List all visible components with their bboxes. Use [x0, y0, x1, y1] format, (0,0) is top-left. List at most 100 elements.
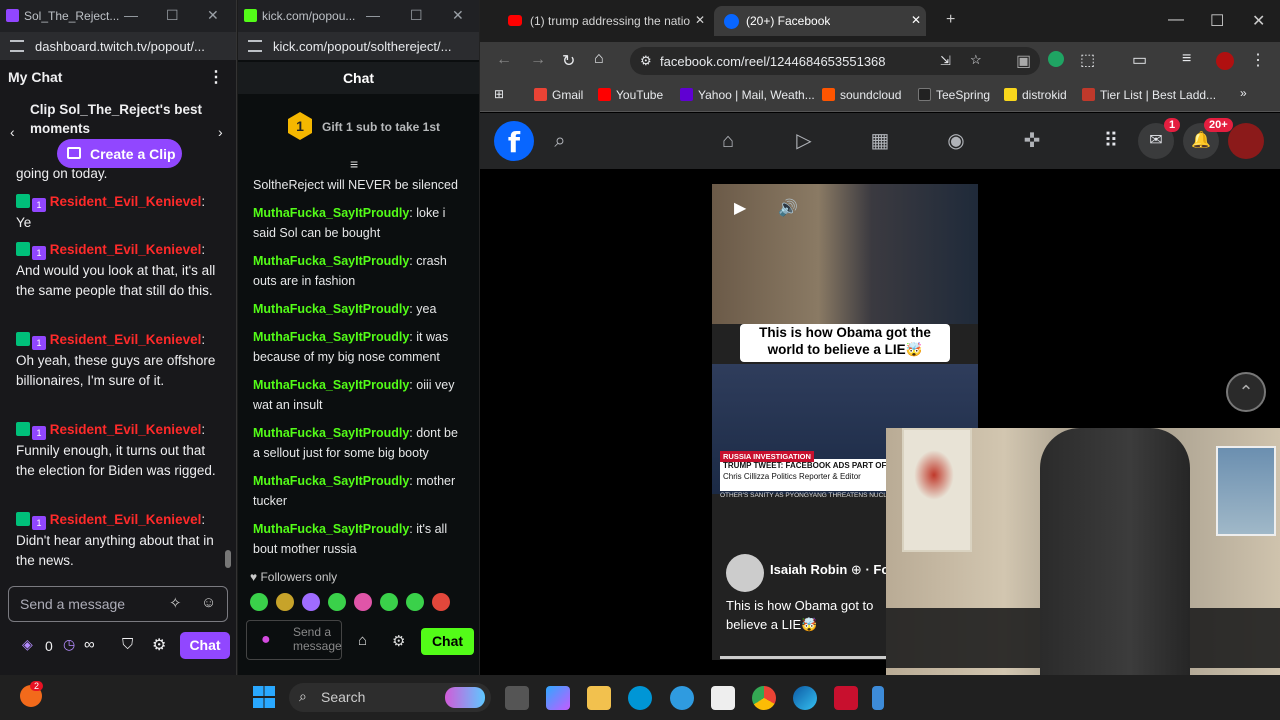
emote-icon[interactable]: [354, 593, 372, 611]
mcafee-icon[interactable]: [834, 686, 858, 710]
kick-chat-send-button[interactable]: Chat: [421, 628, 474, 655]
apps-grid-icon[interactable]: ⊞: [494, 87, 504, 101]
store-icon[interactable]: ⌂: [358, 632, 367, 649]
account-avatar[interactable]: [1228, 123, 1264, 159]
bookmark-item[interactable]: TeeSpring: [918, 88, 990, 102]
file-explorer-icon[interactable]: [587, 686, 611, 710]
site-info-icon[interactable]: ⚙: [640, 53, 652, 69]
new-tab-icon[interactable]: +: [946, 11, 955, 29]
bookmark-item[interactable]: Yahoo | Mail, Weath...: [680, 88, 815, 102]
more-options-icon[interactable]: ⋮: [208, 67, 224, 87]
chat-username[interactable]: MuthaFucka_SayItProudly: [253, 330, 409, 344]
scroll-up-icon[interactable]: ⌃: [1226, 372, 1266, 412]
profile-avatar[interactable]: [1216, 52, 1234, 70]
scrollbar-thumb[interactable]: [225, 550, 231, 568]
gaming-nav-icon[interactable]: ✜: [1018, 127, 1046, 155]
site-settings-icon[interactable]: [248, 40, 262, 52]
chat-scrollbar[interactable]: [224, 180, 232, 568]
site-settings-icon[interactable]: [10, 40, 24, 52]
chat-username[interactable]: Resident_Evil_Kenievel: [50, 194, 202, 209]
emote-icon[interactable]: [406, 593, 424, 611]
chrome-icon[interactable]: [752, 686, 776, 710]
maximize-icon[interactable]: ☐: [1210, 11, 1224, 31]
camera-extension-icon[interactable]: ▣: [1016, 51, 1031, 71]
more-bookmarks-icon[interactable]: »: [1240, 86, 1247, 100]
chat-username[interactable]: Resident_Evil_Kenievel: [50, 332, 202, 347]
edge-icon[interactable]: [793, 686, 817, 710]
chevron-left-icon[interactable]: ‹: [10, 124, 15, 140]
volume-icon[interactable]: 🔊: [778, 198, 798, 218]
install-app-icon[interactable]: ⇲: [940, 53, 951, 69]
settings-gear-icon[interactable]: ⚙: [152, 635, 166, 655]
chat-username[interactable]: MuthaFucka_SayItProudly: [253, 426, 409, 440]
taskbar-search[interactable]: ⌕ Search: [289, 683, 491, 712]
emote-icon[interactable]: [276, 593, 294, 611]
bookmark-item[interactable]: YouTube: [598, 88, 663, 102]
windows-start-icon[interactable]: [253, 686, 275, 708]
marketplace-nav-icon[interactable]: ▦: [866, 127, 894, 155]
chat-username[interactable]: MuthaFucka_SayItProudly: [253, 302, 409, 316]
video-nav-icon[interactable]: ▷: [790, 127, 818, 155]
address-url[interactable]: facebook.com/reel/1244684653551368: [660, 54, 886, 69]
chat-username[interactable]: MuthaFucka_SayItProudly: [253, 522, 409, 536]
close-icon[interactable]: ✕: [452, 7, 464, 24]
shield-icon[interactable]: ⛉: [122, 636, 133, 653]
author-avatar[interactable]: [726, 554, 764, 592]
task-view-icon[interactable]: [505, 686, 529, 710]
play-icon[interactable]: ▶: [734, 198, 746, 218]
home-nav-icon[interactable]: ⌂: [714, 127, 742, 155]
reload-icon[interactable]: ↻: [562, 51, 575, 71]
sidebar-icon[interactable]: ▭: [1132, 50, 1147, 70]
document-icon[interactable]: [711, 686, 735, 710]
kick-url[interactable]: kick.com/popout/solthereject/...: [273, 39, 451, 54]
search-icon[interactable]: ⌕: [546, 127, 574, 155]
media-control-icon[interactable]: ≡: [1182, 50, 1191, 68]
chat-username[interactable]: MuthaFucka_SayItProudly: [253, 474, 409, 488]
twitch-titlebar[interactable]: Sol_The_Reject... — ☐ ✕: [0, 0, 236, 32]
chat-username[interactable]: MuthaFucka_SayItProudly: [253, 206, 409, 220]
copilot-icon[interactable]: [546, 686, 570, 710]
extension-icon[interactable]: ⬚: [1080, 50, 1095, 70]
emote-icon[interactable]: [380, 593, 398, 611]
back-icon[interactable]: ←: [496, 51, 512, 69]
chevron-right-icon[interactable]: ›: [218, 124, 223, 140]
twitch-address-bar[interactable]: dashboard.twitch.tv/popout/...: [0, 32, 236, 60]
maximize-icon[interactable]: ☐: [410, 7, 423, 24]
reel-progress-bar[interactable]: [720, 656, 890, 659]
kick-titlebar[interactable]: kick.com/popou... — ☐ ✕: [238, 0, 479, 32]
maximize-icon[interactable]: ☐: [166, 7, 179, 24]
settings-gear-icon[interactable]: ⚙: [392, 632, 405, 650]
chat-username[interactable]: MuthaFucka_SayItProudly: [253, 378, 409, 392]
emote-picker-icon[interactable]: ☺: [201, 594, 216, 611]
gift-sub-banner[interactable]: 1 Gift 1 sub to take 1st: [238, 104, 479, 148]
bookmark-item[interactable]: distrokid: [1004, 88, 1067, 102]
home-icon[interactable]: ⌂: [594, 50, 604, 68]
emote-icon[interactable]: [302, 593, 320, 611]
bookmark-item[interactable]: Tier List | Best Ladd...: [1082, 88, 1216, 102]
chat-username[interactable]: Resident_Evil_Kenievel: [50, 242, 202, 257]
channel-points-icon[interactable]: ◈: [22, 636, 33, 653]
emote-icon[interactable]: [432, 593, 450, 611]
forward-icon[interactable]: →: [530, 51, 546, 69]
magic-wand-icon[interactable]: ✧: [169, 594, 182, 612]
app-icon[interactable]: [670, 686, 694, 710]
emote-icon[interactable]: [250, 593, 268, 611]
send-message-input[interactable]: Send a message ✧ ☺: [8, 586, 228, 622]
microphone-icon[interactable]: ●: [261, 631, 271, 649]
bookmark-star-icon[interactable]: ☆: [970, 52, 982, 68]
minimize-icon[interactable]: —: [124, 7, 138, 23]
menu-grid-icon[interactable]: ⠿: [1097, 127, 1125, 155]
kick-send-message-input[interactable]: ● Send a message: [246, 620, 342, 660]
kick-address-bar[interactable]: kick.com/popout/solthereject/...: [238, 32, 479, 60]
twitch-url[interactable]: dashboard.twitch.tv/popout/...: [35, 39, 205, 54]
create-clip-button[interactable]: Create a Clip: [57, 139, 182, 168]
chat-username[interactable]: Resident_Evil_Kenievel: [50, 512, 202, 527]
browser-menu-icon[interactable]: ⋮: [1250, 50, 1266, 70]
tab-youtube[interactable]: (1) trump addressing the natio ✕: [488, 6, 708, 36]
emote-icon[interactable]: [328, 593, 346, 611]
author-name[interactable]: Isaiah Robin ⊕ · Fo: [770, 562, 889, 578]
bookmark-item[interactable]: Gmail: [534, 88, 583, 102]
twitch-chat-send-button[interactable]: Chat: [180, 632, 230, 659]
grammarly-extension-icon[interactable]: [1048, 51, 1064, 67]
minimize-icon[interactable]: —: [1168, 11, 1184, 29]
